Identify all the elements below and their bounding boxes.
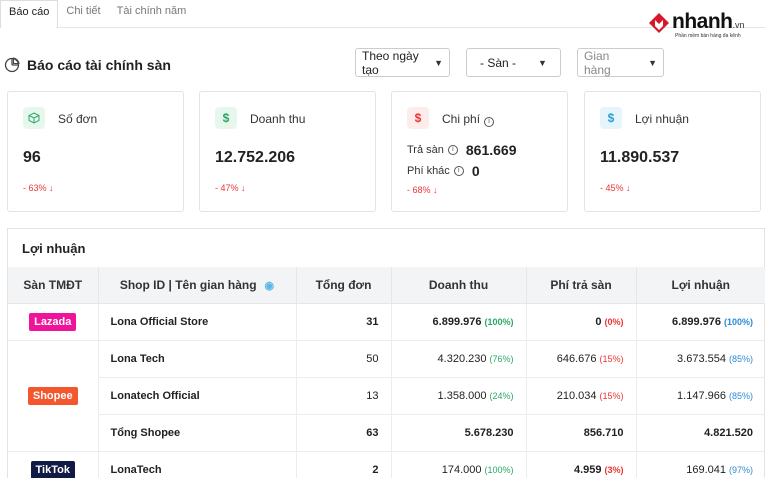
shop-name: Lonatech Official — [98, 377, 297, 415]
fee-cell: 646.676 (15%) — [526, 340, 637, 378]
profit-panel: Lợi nhuận Sàn TMĐT Shop ID | Tên gian hà… — [7, 228, 765, 478]
date-filter-select[interactable]: Theo ngày tạo ▼ — [355, 48, 450, 77]
cost-platform-fee-value: 861.669 — [465, 142, 517, 158]
orders-cell: 2 — [296, 451, 392, 478]
cost-platform-fee: Trả sàn i 861.669 — [407, 142, 517, 158]
revenue-card: $ Doanh thu 12.752.206 - 47% ↓ — [199, 91, 376, 212]
page-title-text: Báo cáo tài chính sàn — [27, 57, 171, 73]
chevron-down-icon: ▼ — [538, 57, 547, 68]
store-filter-value: Gian hàng — [584, 48, 611, 77]
col-orders: Tổng đơn — [296, 267, 392, 304]
col-shop: Shop ID | Tên gian hàng ◉ — [98, 267, 297, 304]
orders-cell: 63 — [296, 414, 392, 452]
eye-icon[interactable]: ◉ — [265, 279, 275, 292]
lazada-badge: Lazada — [29, 312, 77, 331]
profit-cell: 3.673.554 (85%) — [636, 340, 765, 378]
revenue-cell: 174.000 (100%) — [391, 451, 527, 478]
tab-annual-finance[interactable]: Tài chính năm — [109, 0, 195, 28]
col-fee: Phí trả sàn — [526, 267, 637, 304]
revenue-cell: 5.678.230 — [391, 414, 527, 452]
profit-delta: - 45% ↓ — [600, 183, 631, 193]
tiktok-badge: TikTok — [30, 460, 75, 478]
orders-cell: 13 — [296, 377, 392, 415]
logo-slogan: Phần mềm bán hàng đa kênh — [675, 33, 741, 39]
fee-cell: 856.710 — [526, 414, 637, 452]
platform-cell: Lazada — [8, 303, 99, 341]
revenue-value: 12.752.206 — [215, 149, 296, 166]
col-platform: Sàn TMĐT — [8, 267, 99, 304]
profit-cell: 6.899.976 (100%) — [636, 303, 765, 341]
table-row: Lonatech Official 13 1.358.000 (24%) 210.… — [8, 377, 765, 415]
revenue-cell: 6.899.976 (100%) — [391, 303, 527, 341]
fee-cell: 4.959 (3%) — [526, 451, 637, 478]
arrow-down-icon: ↓ — [433, 185, 438, 195]
cost-label: Chi phí i — [442, 112, 495, 127]
info-icon[interactable]: i — [484, 117, 495, 127]
orders-delta: - 63% ↓ — [23, 183, 54, 193]
shop-name: Lona Tech — [98, 340, 297, 378]
store-filter-select[interactable]: Gian hàng ▼ — [577, 48, 664, 77]
info-icon[interactable]: i — [453, 166, 464, 176]
shopee-badge: Shopee — [27, 386, 78, 405]
info-icon[interactable]: i — [447, 145, 458, 155]
arrow-down-icon: ↓ — [626, 183, 631, 193]
platform-filter-select[interactable]: - Sàn - ▼ — [466, 48, 561, 77]
fee-cell: 210.034 (15%) — [526, 377, 637, 415]
profit-label: Lợi nhuận — [635, 112, 689, 126]
dollar-icon: $ — [407, 107, 429, 129]
cost-other-fee: Phí khác i 0 — [407, 163, 480, 179]
table-row-subtotal: Tổng Shopee 63 5.678.230 856.710 4.821.5… — [8, 414, 765, 452]
cost-card: $ Chi phí i Trả sàn i 861.669 Phí khác i 0 … — [391, 91, 568, 212]
profit-card: $ Lợi nhuận 11.890.537 - 45% ↓ — [584, 91, 761, 212]
fee-cell: 0 (0%) — [526, 303, 637, 341]
chevron-down-icon: ▼ — [648, 57, 657, 68]
dollar-icon: $ — [215, 107, 237, 129]
dollar-icon: $ — [600, 107, 622, 129]
date-filter-value: Theo ngày tạo — [362, 48, 419, 77]
shop-name: LonaTech — [98, 451, 297, 478]
table-row: Lazada Lona Official Store 31 6.899.976(… — [8, 303, 765, 341]
arrow-down-icon: ↓ — [241, 183, 246, 193]
profit-panel-title: Lợi nhuận — [22, 241, 86, 256]
shop-name: Lona Official Store — [98, 303, 297, 341]
orders-value: 96 — [23, 149, 41, 166]
orders-label: Số đơn — [58, 112, 98, 126]
profit-cell: 169.041 (97%) — [636, 451, 765, 478]
page-title: Báo cáo tài chính sàn — [4, 55, 171, 75]
orders-cell: 31 — [296, 303, 392, 341]
tab-report[interactable]: Báo cáo — [0, 0, 59, 28]
cube-icon — [23, 107, 45, 129]
profit-cell: 1.147.966 (85%) — [636, 377, 765, 415]
cost-delta: - 68% ↓ — [407, 185, 438, 195]
tab-detail[interactable]: Chi tiết — [58, 0, 108, 28]
profit-table: Sàn TMĐT Shop ID | Tên gian hàng ◉ Tổng đ… — [8, 267, 765, 478]
chevron-down-icon: ▼ — [434, 57, 443, 68]
orders-cell: 50 — [296, 340, 392, 378]
nhanh-logo-icon — [649, 13, 669, 33]
revenue-label: Doanh thu — [250, 112, 306, 126]
platform-filter-value: - Sàn - — [480, 55, 517, 70]
platform-cell: Shopee — [8, 340, 99, 452]
profit-value: 11.890.537 — [600, 149, 680, 166]
revenue-cell: 4.320.230 (76%) — [391, 340, 527, 378]
cost-other-fee-value: 0 — [471, 163, 480, 179]
shop-name: Tổng Shopee — [98, 414, 297, 452]
revenue-cell: 1.358.000 (24%) — [391, 377, 527, 415]
revenue-delta: - 47% ↓ — [215, 183, 246, 193]
platform-cell: TikTok — [8, 451, 99, 478]
col-profit: Lợi nhuận — [636, 267, 765, 304]
col-revenue: Doanh thu — [391, 267, 527, 304]
arrow-down-icon: ↓ — [49, 183, 54, 193]
table-row: TikTok LonaTech 2 174.000 (100%) 4.959 (3%… — [8, 451, 765, 478]
table-row: Shopee Lona Tech 50 4.320.230 (76%) 646.6… — [8, 340, 765, 452]
table-header-row: Sàn TMĐT Shop ID | Tên gian hàng ◉ Tổng đ… — [8, 267, 765, 304]
report-tabs: Báo cáo Chi tiết Tài chính năm — [0, 0, 194, 28]
pie-chart-icon — [4, 57, 20, 73]
logo-wordmark: nhanh.vn — [672, 10, 745, 33]
nhanh-logo: nhanh.vn Phần mềm bán hàng đa kênh — [647, 10, 755, 40]
orders-card: Số đơn 96 - 63% ↓ — [7, 91, 184, 212]
profit-cell: 4.821.520 — [636, 414, 765, 452]
